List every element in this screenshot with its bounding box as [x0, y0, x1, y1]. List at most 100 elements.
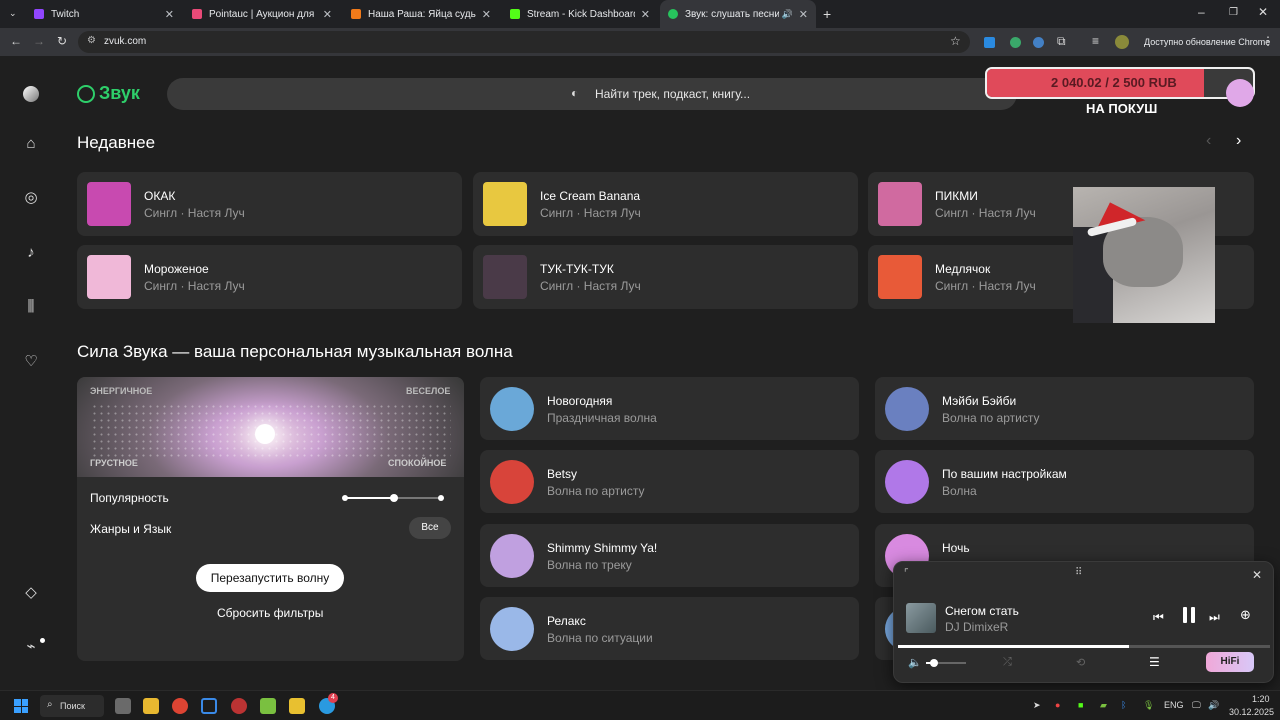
carousel-prev-icon[interactable]: ‹ [1206, 132, 1211, 150]
close-icon[interactable]: ✕ [323, 8, 332, 21]
back-icon[interactable]: ← [10, 34, 22, 48]
restart-wave-button[interactable]: Перезапустить волну [196, 564, 344, 592]
hifi-badge[interactable]: HiFi [1206, 652, 1254, 672]
compass-icon[interactable]: ◎ [22, 189, 40, 207]
site-info-icon[interactable]: ⚙ [87, 35, 96, 46]
next-track-icon[interactable]: ⏭ [1209, 610, 1220, 625]
volume-icon[interactable]: 🔈 [908, 656, 922, 669]
volume-slider[interactable] [926, 659, 966, 667]
wave-card[interactable]: Shimmy Shimmy Ya! Волна по треку [480, 524, 859, 587]
app-icon[interactable] [289, 698, 305, 714]
audio-extension-icon[interactable] [1033, 37, 1044, 48]
network-icon[interactable]: 🖵 [1192, 700, 1201, 711]
extension-icon[interactable] [1010, 37, 1021, 48]
genres-select[interactable]: Все [409, 517, 451, 539]
carousel-next-icon[interactable]: › [1236, 132, 1241, 150]
repeat-icon[interactable]: ⟲ [1076, 656, 1085, 669]
add-to-library-icon[interactable]: ⊕ [1240, 607, 1251, 623]
volume-handle[interactable] [930, 659, 938, 667]
wave-card[interactable]: Релакс Волна по ситуации [480, 597, 859, 660]
obs-tray-icon[interactable]: ● [1055, 700, 1060, 710]
wave-card[interactable]: Betsy Волна по артисту [480, 450, 859, 513]
nvidia-tray-icon[interactable]: ▰ [1100, 700, 1107, 711]
close-icon[interactable]: ✕ [165, 8, 174, 21]
wave-card[interactable]: Новогодняя Праздничная волна [480, 377, 859, 440]
volume-tray-icon[interactable]: 🔊 [1208, 700, 1219, 711]
pause-icon[interactable] [1181, 605, 1197, 625]
expand-icon[interactable]: ⌜ [904, 568, 909, 579]
microphone-icon[interactable]: ♪ [22, 244, 40, 262]
close-player-icon[interactable]: ✕ [1252, 568, 1262, 582]
shuffle-icon[interactable]: ⤮ [1003, 656, 1012, 669]
profile-orb-icon[interactable] [23, 86, 39, 102]
minimize-icon[interactable]: – [1198, 5, 1205, 19]
app-cube-icon[interactable] [260, 698, 276, 714]
drag-handle-icon[interactable]: ⠿ [1075, 567, 1083, 578]
media-control-icon[interactable]: ≡ [1092, 34, 1099, 48]
previous-track-icon[interactable]: ⏮ [1153, 610, 1164, 625]
notifications-icon[interactable]: ⌁ [22, 638, 40, 656]
close-icon[interactable]: ✕ [482, 8, 491, 21]
recent-card[interactable]: ТУК-ТУК-ТУК Сингл · Настя Луч [473, 245, 858, 309]
tab-list-icon[interactable]: ⌄ [9, 8, 17, 19]
zvuk-logo[interactable]: Звук [99, 83, 140, 104]
clock-date[interactable]: 30.12.2025 [1229, 707, 1274, 717]
microphone-tray-icon[interactable]: 🎙 [1143, 700, 1154, 711]
window-close-icon[interactable]: ✕ [1258, 5, 1268, 19]
profile-avatar[interactable] [1115, 35, 1129, 49]
slider-stop[interactable] [342, 495, 348, 501]
track-progress-bar[interactable] [898, 645, 1270, 648]
tab-pointauc[interactable]: Pointauc | Аукцион для стрима ✕ [184, 0, 340, 28]
user-avatar[interactable] [1226, 79, 1254, 107]
track-artist[interactable]: DJ DimixeR [945, 620, 1008, 634]
file-explorer-icon[interactable] [143, 698, 159, 714]
slider-handle[interactable] [390, 494, 398, 502]
bluetooth-icon[interactable]: ᛒ [1121, 700, 1126, 710]
chrome-icon[interactable] [172, 698, 188, 714]
translate-extension-icon[interactable] [984, 37, 995, 48]
heart-icon[interactable]: ♡ [22, 353, 40, 371]
new-tab-button[interactable]: + [823, 6, 831, 22]
kick-tray-icon[interactable]: ■ [1078, 700, 1083, 710]
bookmark-icon[interactable]: ◇ [22, 584, 40, 602]
recent-card[interactable]: ОКАК Сингл · Настя Луч [77, 172, 462, 236]
track-title[interactable]: Снегом стать [945, 604, 1019, 618]
wave-card[interactable]: По вашим настройкам Волна [875, 450, 1254, 513]
clock-time[interactable]: 1:20 [1252, 694, 1270, 704]
chrome-menu-icon[interactable]: ⋮ [1262, 34, 1274, 48]
popularity-slider[interactable] [342, 494, 444, 502]
search-bar[interactable]: ◐ Найти трек, подкаст, книгу... [167, 78, 1017, 110]
tab-zvuk[interactable]: Звук: слушать песни и муз... 🔊 ✕ [660, 0, 816, 28]
windows-start-icon[interactable] [14, 699, 28, 713]
close-icon[interactable]: ✕ [799, 8, 808, 21]
library-icon[interactable]: ⫼ [22, 298, 40, 316]
address-bar[interactable]: ⚙ zvuk.com ☆ [78, 31, 970, 53]
taskbar-search[interactable]: ⌕ Поиск [40, 695, 104, 717]
recent-card[interactable]: Мороженое Сингл · Настя Луч [77, 245, 462, 309]
reset-filters-button[interactable]: Сбросить фильтры [217, 606, 323, 620]
tab-kick[interactable]: Stream - Kick Dashboard ✕ [502, 0, 658, 28]
mood-selector-handle[interactable] [255, 424, 275, 444]
snipping-tool-icon[interactable] [201, 698, 217, 714]
reload-icon[interactable]: ↻ [57, 34, 67, 48]
mood-map[interactable]: ЭНЕРГИЧНОЕ ВЕСЕЛОЕ ГРУСТНОЕ СПОКОЙНОЕ [77, 377, 464, 477]
task-view-icon[interactable] [115, 698, 131, 714]
obs-icon[interactable] [231, 698, 247, 714]
bookmark-star-icon[interactable]: ☆ [950, 34, 961, 48]
queue-icon[interactable]: ☰ [1149, 655, 1160, 669]
recent-card[interactable]: Ice Cream Banana Сингл · Настя Луч [473, 172, 858, 236]
telegram-tray-icon[interactable]: ➤ [1033, 700, 1041, 711]
restore-icon[interactable]: ❐ [1229, 7, 1238, 18]
home-icon[interactable]: ⌂ [22, 135, 40, 153]
language-indicator[interactable]: ENG [1164, 700, 1184, 710]
forward-icon[interactable]: → [33, 34, 45, 48]
close-icon[interactable]: ✕ [641, 8, 650, 21]
tab-twitch[interactable]: Twitch ✕ [26, 0, 182, 28]
tab-nasha-rasha[interactable]: Наша Раша: Яйца судьбы смот... ✕ [343, 0, 499, 28]
track-cover[interactable] [906, 603, 936, 633]
extensions-puzzle-icon[interactable]: ⧉ [1057, 34, 1066, 49]
chrome-update-button[interactable]: Доступно обновление Chrome [1144, 37, 1270, 47]
slider-stop[interactable] [438, 495, 444, 501]
wave-card[interactable]: Мэйби Бэйби Волна по артисту [875, 377, 1254, 440]
speaker-icon[interactable]: 🔊 [782, 9, 793, 20]
